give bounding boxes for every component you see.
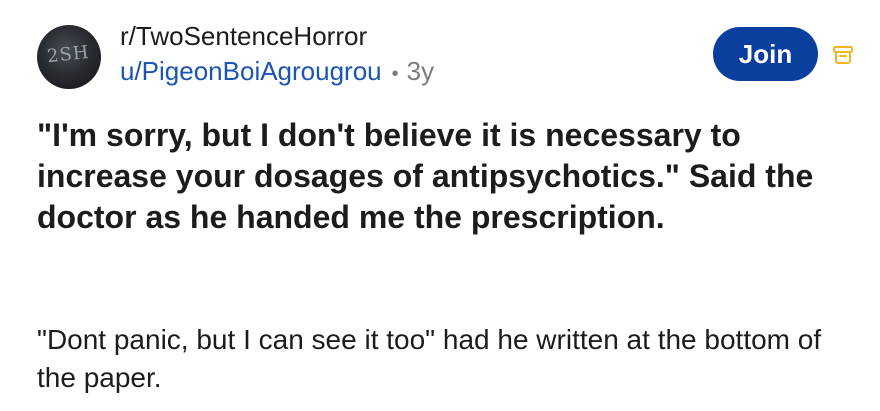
archive-icon[interactable]: [833, 46, 853, 64]
post-body: "Dont panic, but I can see it too" had h…: [37, 324, 822, 393]
post-age: 3y: [406, 56, 435, 86]
author-username[interactable]: u/PigeonBoiAgrougrou: [120, 56, 382, 86]
avatar-logo-text: 2SH: [46, 41, 91, 68]
join-button[interactable]: Join: [713, 27, 818, 81]
subreddit-name[interactable]: r/TwoSentenceHorror: [120, 21, 367, 52]
reddit-post: 2SH r/TwoSentenceHorror u/PigeonBoiAgrou…: [0, 0, 880, 411]
subreddit-avatar[interactable]: 2SH: [37, 25, 101, 89]
post-title[interactable]: "I'm sorry, but I don't believe it is ne…: [37, 115, 847, 238]
post-meta: u/PigeonBoiAgrougrou • 3y: [120, 56, 434, 87]
meta-separator: •: [391, 63, 399, 85]
